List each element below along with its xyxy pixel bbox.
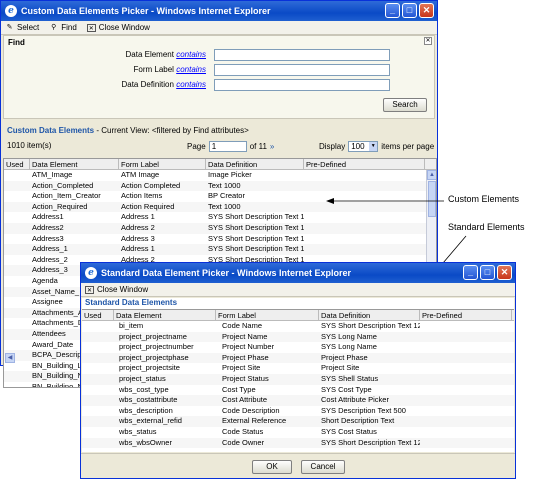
cancel-button[interactable]: Cancel <box>301 460 345 474</box>
standard-elements-callout: Standard Elements <box>448 222 525 232</box>
minimize-button[interactable]: _ <box>463 265 478 280</box>
cell-form-label: Code Status <box>222 426 264 436</box>
cell-form-label: Project Site <box>222 363 261 373</box>
cell-data-definition: SYS Long Name <box>321 342 377 352</box>
cell-data-definition: SYS Short Description Text 12( <box>321 437 420 447</box>
table-row[interactable]: wbs_wbsOwner Code Owner SYS Short Descript… <box>82 437 514 449</box>
col-data-element[interactable]: Data Element <box>114 310 216 320</box>
table-row[interactable]: project_projectname Project Name SYS Long … <box>82 331 514 343</box>
cell-form-label: Code Description <box>222 405 280 415</box>
section-title: Standard Data Elements <box>85 298 178 307</box>
window-title: Standard Data Element Picker - Windows I… <box>101 268 351 278</box>
toolbar: ✕ Close Window <box>81 283 515 297</box>
cell-data-element: wbs_wbsOwner <box>119 437 172 447</box>
cell-used <box>82 395 114 406</box>
cell-data-element: wbs_status <box>119 426 157 436</box>
col-data-definition[interactable]: Data Definition <box>319 310 420 320</box>
cell-data-element: project_projectsite <box>119 363 180 373</box>
ok-button[interactable]: OK <box>252 460 292 474</box>
cell-data-definition: SYS Cost Type <box>321 384 372 394</box>
col-form-label[interactable]: Form Label <box>216 310 319 320</box>
cell-form-label: Project Number <box>222 342 275 352</box>
close-window-button[interactable]: ✕ <box>497 265 512 280</box>
cell-form-label: Project Status <box>222 373 269 383</box>
table-row[interactable]: wbs_costattribute Cost Attribute Cost Attr… <box>82 395 514 406</box>
cell-used <box>82 416 114 427</box>
cell-data-definition: Project Site <box>321 363 360 373</box>
cell-pre-defined <box>420 342 512 353</box>
cell-data-definition: SYS Shell Status <box>321 373 379 383</box>
cell-pre-defined <box>420 416 512 427</box>
cell-used <box>82 406 114 417</box>
cell-pre-defined <box>420 427 512 438</box>
cell-used <box>82 438 114 449</box>
cell-data-definition: SYS Long Name <box>321 331 377 341</box>
cell-data-element: wbs_description <box>119 405 173 415</box>
table-row[interactable]: project_projectphase Project Phase Project… <box>82 352 514 364</box>
cell-data-definition: Cost Attribute Picker <box>321 395 389 405</box>
cell-data-definition: SYS Description Text 500 <box>321 405 406 415</box>
cell-data-element: project_status <box>119 373 166 383</box>
maximize-button[interactable]: □ <box>480 265 495 280</box>
cell-pre-defined <box>420 321 512 332</box>
cell-used <box>82 332 114 343</box>
table-row[interactable]: project_status Project Status SYS Shell St… <box>82 373 514 385</box>
cell-data-element: bi_item <box>119 321 144 330</box>
cell-data-definition: Short Description Text <box>321 416 395 426</box>
cell-data-element: project_projectname <box>119 331 187 341</box>
cell-data-element: project_projectnumber <box>119 342 194 352</box>
cell-pre-defined <box>420 353 512 364</box>
table-row[interactable]: wbs_description Code Description SYS Descr… <box>82 406 514 417</box>
cell-data-element: project_projectphase <box>119 352 189 362</box>
table-row[interactable]: wbs_cost_type Cost Type SYS Cost Type <box>82 385 514 396</box>
cell-data-element: wbs_costattribute <box>119 395 178 405</box>
cell-form-label: External Reference <box>222 416 287 426</box>
cell-form-label: Code Owner <box>222 437 265 447</box>
table-row[interactable]: project_projectnumber Project Number SYS L… <box>82 342 514 353</box>
cell-data-element: wbs_cost_type <box>119 384 169 394</box>
cell-form-label: Code Name <box>222 321 263 330</box>
cell-used <box>82 353 114 364</box>
cell-used <box>82 385 114 396</box>
ie-icon: e <box>85 267 97 279</box>
standard-picker-titlebar[interactable]: e Standard Data Element Picker - Windows… <box>81 263 515 283</box>
cell-form-label: Cost Attribute <box>222 395 268 405</box>
cell-pre-defined <box>420 406 512 417</box>
cell-pre-defined <box>420 332 512 343</box>
cell-pre-defined <box>420 374 512 385</box>
close-window-toolbar-button[interactable]: ✕ Close Window <box>85 285 148 294</box>
cell-form-label: Cost Type <box>222 384 256 394</box>
cell-used <box>82 427 114 438</box>
col-pre-defined[interactable]: Pre-Defined <box>420 310 512 320</box>
cell-pre-defined <box>420 395 512 406</box>
cell-form-label: Project Name <box>222 331 268 341</box>
standard-content: Standard Data Elements Used Data Element… <box>82 298 514 452</box>
cell-used <box>82 321 114 332</box>
cell-used <box>82 342 114 353</box>
cell-data-element: wbs_external_refid <box>119 416 182 426</box>
button-bar: OK Cancel <box>81 453 515 478</box>
grid-body: bi_item Code Name SYS Short Description Te… <box>82 321 514 449</box>
close-icon: ✕ <box>85 285 94 294</box>
custom-elements-callout: Custom Elements <box>448 194 520 204</box>
cell-used <box>82 363 114 374</box>
cell-pre-defined <box>420 363 512 374</box>
standard-elements-grid: Used Data Element Form Label Data Defini… <box>82 309 514 452</box>
grid-header: Used Data Element Form Label Data Defini… <box>82 310 514 321</box>
standard-picker-window: e Standard Data Element Picker - Windows… <box>80 262 516 479</box>
table-row[interactable]: bi_item Code Name SYS Short Description Te… <box>82 321 514 332</box>
table-row[interactable]: project_projectsite Project Site Project S… <box>82 363 514 374</box>
close-window-label: Close Window <box>97 285 149 294</box>
cell-pre-defined <box>420 385 512 396</box>
cell-used <box>82 374 114 385</box>
table-row[interactable]: wbs_external_refid External Reference Shor… <box>82 416 514 427</box>
custom-callout-arrowhead <box>326 198 334 204</box>
cell-data-definition: SYS Cost Status <box>321 426 377 436</box>
cell-data-definition: Project Phase <box>321 352 368 362</box>
cell-pre-defined <box>420 438 512 449</box>
col-used[interactable]: Used <box>82 310 114 320</box>
table-row[interactable]: wbs_status Code Status SYS Cost Status <box>82 427 514 438</box>
cell-form-label: Project Phase <box>222 352 269 362</box>
cell-data-definition: SYS Short Description Text 12( <box>321 321 420 330</box>
